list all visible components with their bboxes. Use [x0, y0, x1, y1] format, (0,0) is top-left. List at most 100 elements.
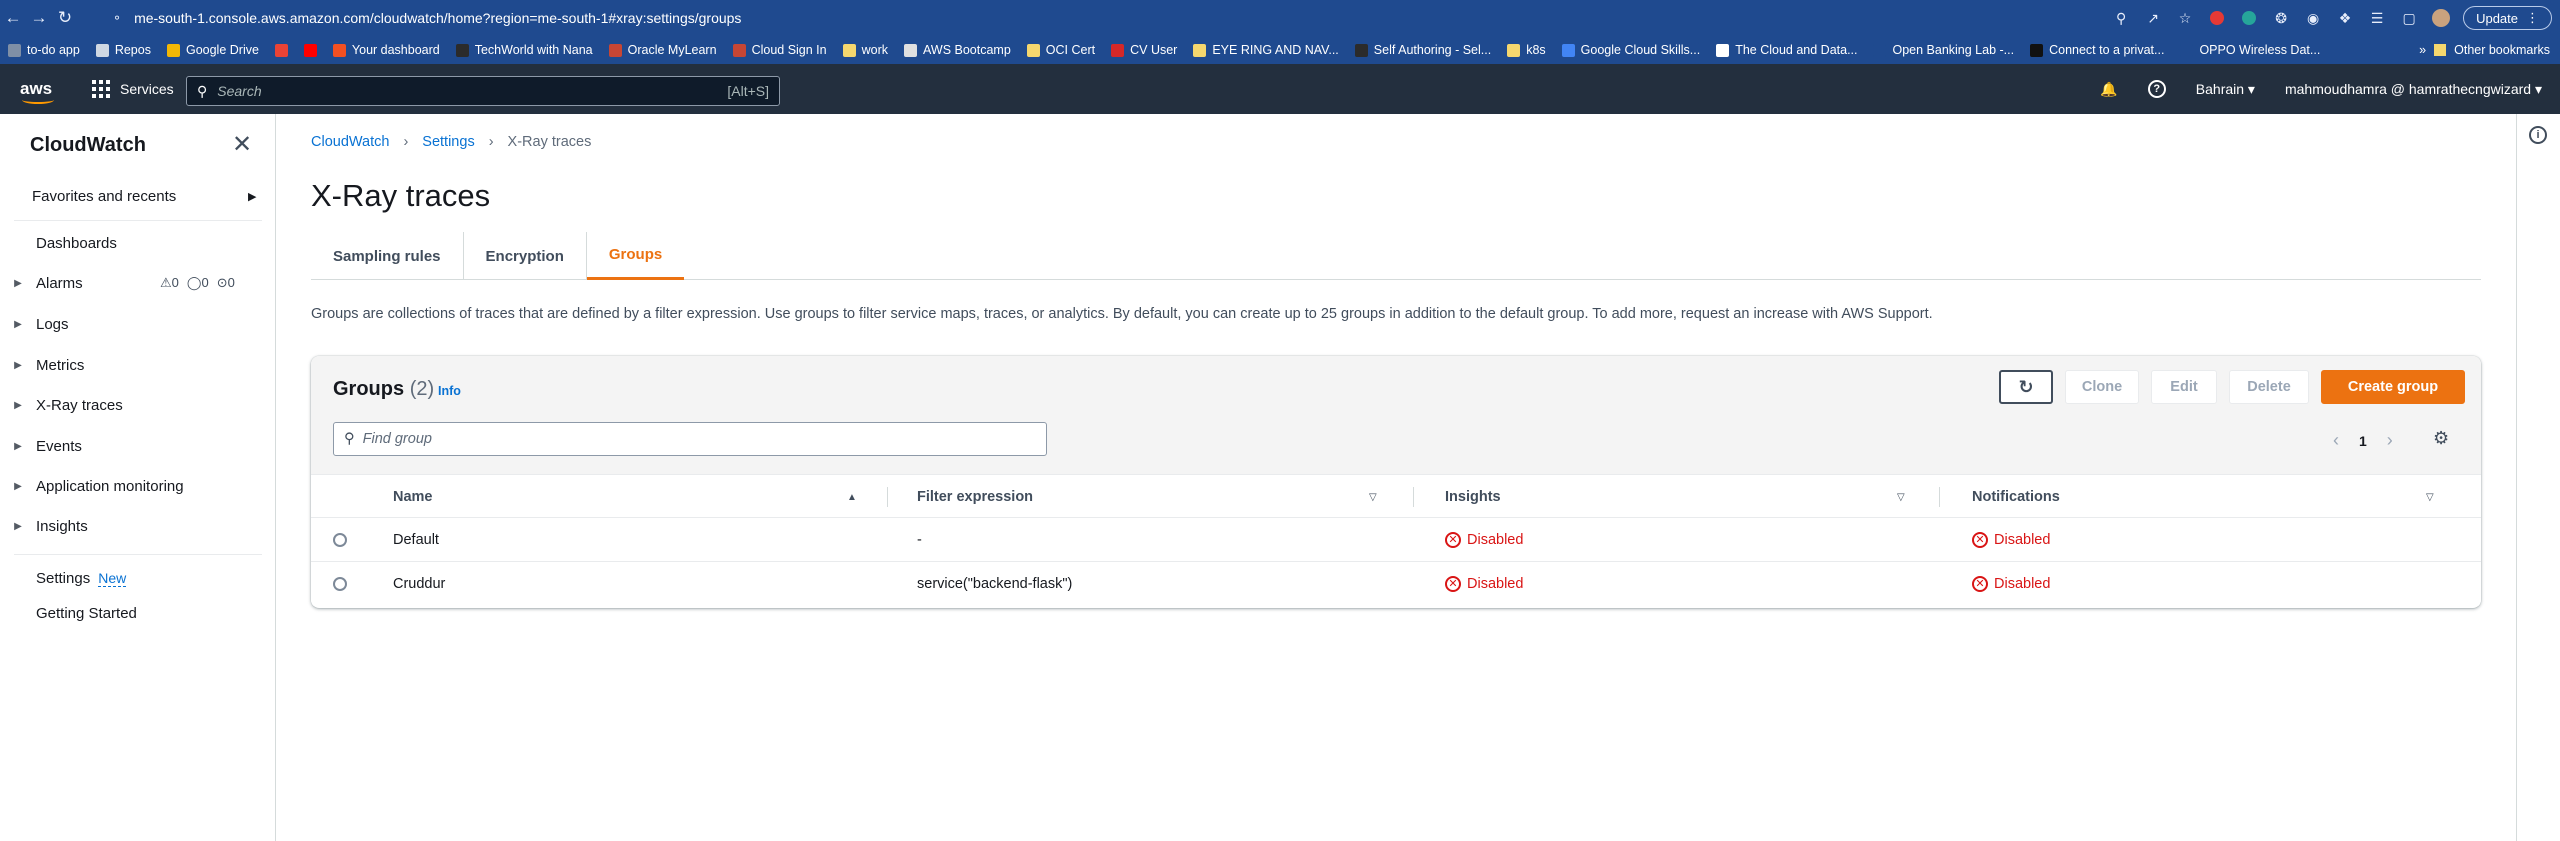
forward-icon[interactable]: → [26, 0, 52, 36]
sidebar-item-label: Dashboards [36, 234, 117, 252]
extension-icon[interactable]: ❂ [2265, 0, 2297, 36]
current-page[interactable]: 1 [2359, 433, 2367, 449]
sidebar-item-settings[interactable]: Settings New [0, 566, 276, 590]
bookmark-item[interactable]: Connect to a privat... [2022, 36, 2172, 64]
sidebar-item-events[interactable]: ▶ Events [0, 434, 276, 458]
bookmark-item[interactable]: Self Authoring - Sel... [1347, 36, 1499, 64]
edit-button[interactable]: Edit [2151, 370, 2217, 404]
bookmark-item[interactable]: TechWorld with Nana [448, 36, 601, 64]
bookmark-item[interactable]: Oracle MyLearn [601, 36, 725, 64]
sidebar-item-alarms[interactable]: ▶ Alarms ⚠0 ◯0 ⊙0 [0, 271, 276, 295]
bookmark-item[interactable]: The Cloud and Data... [1708, 36, 1865, 64]
column-label: Insights [1445, 489, 1501, 505]
bookmark-item[interactable] [296, 36, 325, 64]
bookmark-item[interactable]: CV User [1103, 36, 1185, 64]
table-row[interactable]: Cruddur service("backend-flask") ✕ Disab… [311, 562, 2481, 606]
chevron-left-icon[interactable]: ‹ [2333, 430, 2339, 451]
chevron-right-icon[interactable]: › [2387, 430, 2393, 451]
info-icon[interactable]: i [2529, 126, 2547, 144]
breadcrumb-settings[interactable]: Settings [422, 134, 474, 150]
column-divider[interactable] [887, 487, 888, 507]
bookmark-item[interactable]: Your dashboard [325, 36, 448, 64]
status-label: Disabled [1994, 532, 2051, 548]
create-group-button[interactable]: Create group [2321, 370, 2465, 404]
address-bar[interactable]: ⚬ me-south-1.console.aws.amazon.com/clou… [112, 5, 2162, 31]
bookmark-item[interactable]: work [835, 36, 896, 64]
find-group-input[interactable]: ⚲ Find group [333, 422, 1047, 456]
gear-icon[interactable]: ⚙ [2433, 428, 2449, 449]
bookmark-item[interactable]: AWS Bootcamp [896, 36, 1019, 64]
bookmark-item[interactable]: OCI Cert [1019, 36, 1103, 64]
bookmark-favicon-icon [2180, 43, 2194, 57]
sidebar-item-application-monitoring[interactable]: ▶ Application monitoring [0, 474, 276, 498]
bookmark-label: EYE RING AND NAV... [1212, 43, 1339, 57]
sidebar-item-insights[interactable]: ▶ Insights [0, 514, 276, 538]
profile-avatar-icon[interactable] [2425, 0, 2457, 36]
bookmark-item[interactable]: Google Cloud Skills... [1554, 36, 1709, 64]
star-icon[interactable]: ☆ [2169, 0, 2201, 36]
new-badge[interactable]: New [98, 570, 127, 587]
tab-groups[interactable]: Groups [586, 232, 685, 280]
bookmark-label: Open Banking Lab -... [1892, 43, 2015, 57]
reload-icon[interactable]: ↻ [52, 0, 78, 36]
sidebar-item-dashboards[interactable]: Dashboards [0, 231, 276, 255]
close-icon[interactable]: ✕ [232, 130, 252, 159]
bookmark-item[interactable]: EYE RING AND NAV... [1185, 36, 1346, 64]
sidebar-item-favorites[interactable]: Favorites and recents ▶ [0, 184, 276, 208]
bookmark-item[interactable]: Open Banking Lab -... [1865, 36, 2022, 64]
breadcrumb-current: X-Ray traces [507, 134, 592, 150]
row-radio[interactable] [333, 533, 347, 547]
other-bookmarks[interactable]: Other bookmarks [2454, 43, 2550, 57]
puzzle-icon[interactable]: ❖ [2329, 0, 2361, 36]
bookmark-item[interactable]: OPPO Wireless Dat... [2172, 36, 2328, 64]
bookmark-item[interactable]: Google Drive [159, 36, 267, 64]
services-menu[interactable]: Services [92, 80, 174, 98]
bookmark-item[interactable] [267, 36, 296, 64]
back-icon[interactable]: ← [0, 0, 26, 36]
column-insights[interactable]: Insights ▽ [1445, 475, 1925, 519]
tab-sampling-rules[interactable]: Sampling rules [311, 232, 464, 280]
bookmark-item[interactable]: Repos [88, 36, 159, 64]
column-divider[interactable] [1413, 487, 1414, 507]
tab-encryption[interactable]: Encryption [464, 232, 587, 280]
notifications-bell-icon[interactable]: 🔔 [2100, 81, 2117, 98]
row-radio[interactable] [333, 577, 347, 591]
delete-button[interactable]: Delete [2229, 370, 2309, 404]
update-button[interactable]: Update ⋮ [2463, 6, 2552, 30]
search-shortcut-hint: [Alt+S] [727, 83, 769, 99]
sidepanel-icon[interactable]: ▢ [2393, 0, 2425, 36]
info-link[interactable]: Info [438, 384, 461, 398]
sidebar-item-getting-started[interactable]: Getting Started [0, 601, 276, 625]
bookmark-item[interactable]: Cloud Sign In [725, 36, 835, 64]
account-menu[interactable]: mahmoudhamra @ hamrathecngwizard ▾ [2285, 81, 2542, 98]
clone-button[interactable]: Clone [2065, 370, 2139, 404]
table-row[interactable]: Default - ✕ Disabled ✕ Disabled [311, 518, 2481, 562]
zoom-icon[interactable]: ⚲ [2105, 0, 2137, 36]
settings-tabs: Sampling rules Encryption Groups [311, 232, 2481, 280]
column-notifications[interactable]: Notifications ▽ [1972, 475, 2452, 519]
column-divider[interactable] [1939, 487, 1940, 507]
column-filter-expression[interactable]: Filter expression ▽ [917, 475, 1397, 519]
extension-icon[interactable]: ◉ [2297, 0, 2329, 36]
region-selector[interactable]: Bahrain ▾ [2196, 81, 2255, 98]
bookmark-item[interactable]: k8s [1499, 36, 1553, 64]
services-label: Services [120, 81, 174, 97]
caret-right-icon: ▶ [248, 190, 257, 203]
reading-list-icon[interactable]: ☰ [2361, 0, 2393, 36]
sidebar-item-metrics[interactable]: ▶ Metrics [0, 353, 276, 377]
breadcrumb-cloudwatch[interactable]: CloudWatch [311, 134, 389, 150]
help-icon[interactable]: ? [2147, 80, 2166, 98]
chevron-double-right-icon[interactable]: » [2419, 43, 2426, 57]
refresh-button[interactable]: ↻ [1999, 370, 2053, 404]
extension-icon[interactable] [2201, 0, 2233, 36]
status-error-icon: ✕ [1972, 532, 1988, 548]
column-name[interactable]: Name ▲ [393, 475, 873, 519]
extension-icon[interactable] [2233, 0, 2265, 36]
aws-search-input[interactable]: ⚲ Search [Alt+S] [186, 76, 780, 106]
sidebar-item-xray[interactable]: ▶ X-Ray traces [0, 393, 276, 417]
share-icon[interactable]: ↗ [2137, 0, 2169, 36]
sidebar-item-logs[interactable]: ▶ Logs [0, 312, 276, 336]
aws-logo[interactable]: aws [20, 80, 60, 104]
bookmark-item[interactable]: to-do app [0, 36, 88, 64]
groups-description: Groups are collections of traces that ar… [311, 306, 1933, 322]
